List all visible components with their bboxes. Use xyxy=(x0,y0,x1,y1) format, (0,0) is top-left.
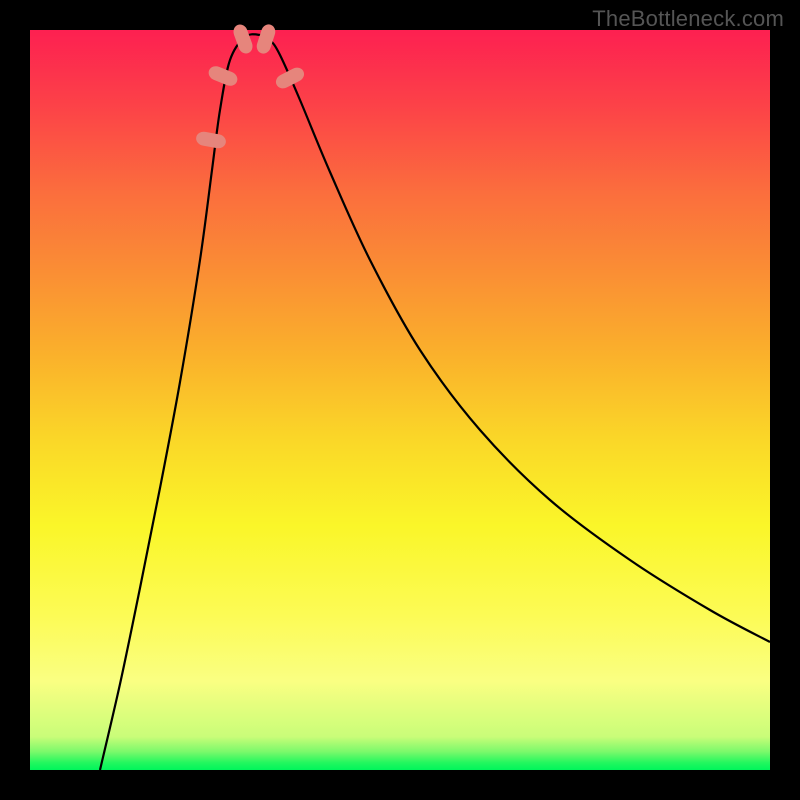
trough-marker-group xyxy=(195,23,307,150)
trough-marker-right xyxy=(273,65,306,91)
plot-area xyxy=(30,30,770,770)
attribution-label: TheBottleneck.com xyxy=(592,6,784,32)
trough-marker-left-lower xyxy=(206,64,239,88)
curve-layer xyxy=(30,30,770,770)
trough-marker-bottom-right xyxy=(255,23,278,56)
trough-marker-left-upper xyxy=(195,131,227,150)
chart-frame: TheBottleneck.com xyxy=(0,0,800,800)
